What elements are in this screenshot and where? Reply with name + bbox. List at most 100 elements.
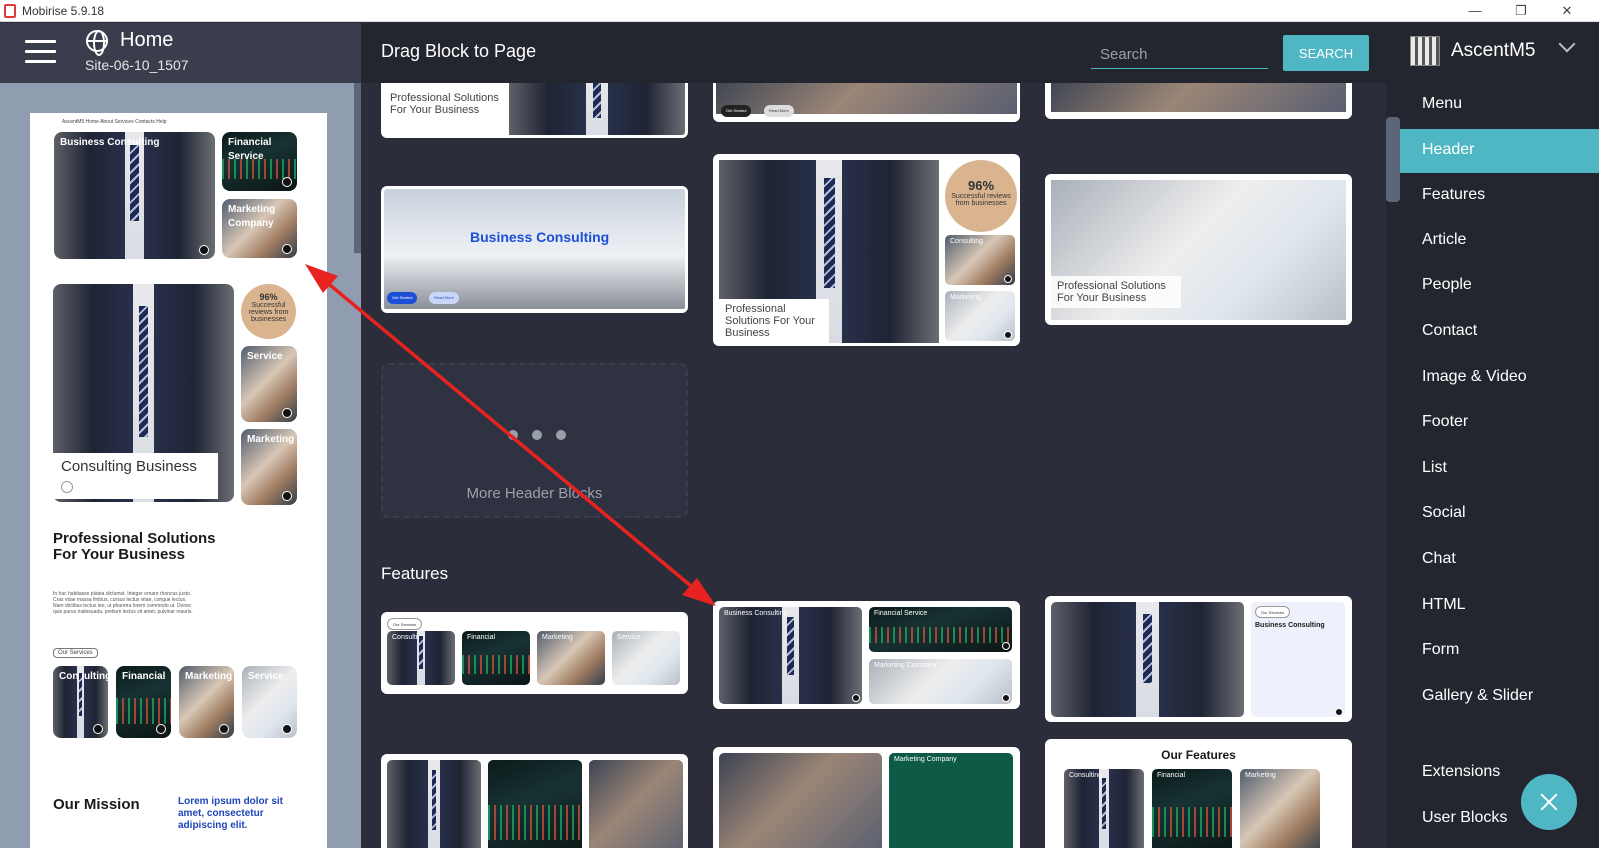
block-badge: 96% Successful reviews from businesses xyxy=(945,160,1017,232)
block-image xyxy=(719,753,882,848)
block-image: Consulting xyxy=(387,631,455,685)
block-text-panel: Marketing Company xyxy=(889,753,1013,848)
arrow-circle-icon xyxy=(1002,694,1010,702)
block-image: Consulting xyxy=(1064,769,1144,848)
arrow-circle-icon xyxy=(93,724,103,734)
preview-heading: Professional Solutions For Your Business xyxy=(53,530,216,563)
header-block-thumbnail[interactable] xyxy=(1045,83,1352,119)
page-title[interactable]: Home xyxy=(120,29,173,52)
badge-value: 96% xyxy=(967,178,995,193)
block-button: Get Started xyxy=(721,105,752,117)
block-caption: Business Consulting xyxy=(470,229,610,245)
preview-service-label: Consulting xyxy=(59,671,108,682)
features-block-thumbnail[interactable]: Business Consulting Financial Service Ma… xyxy=(713,601,1020,709)
minimize-icon[interactable]: — xyxy=(1452,0,1498,22)
block-image: Financial xyxy=(462,631,530,685)
category-html[interactable]: HTML xyxy=(1400,584,1599,628)
block-tag: Our Services xyxy=(1255,606,1291,618)
block-image xyxy=(1051,83,1346,112)
features-block-thumbnail[interactable] xyxy=(381,754,688,848)
close-window-icon[interactable]: ✕ xyxy=(1544,0,1590,22)
block-image: Consulting xyxy=(945,235,1015,285)
project-header[interactable]: AscentM5 xyxy=(1386,23,1599,83)
badge-value: 96% xyxy=(259,292,278,302)
features-section-title: Features xyxy=(381,564,449,583)
block-image xyxy=(387,760,481,848)
badge-text: Successful reviews from businesses xyxy=(951,193,1011,207)
block-image: Financial xyxy=(1152,769,1232,848)
block-image: Marketing xyxy=(537,631,605,685)
header-block-thumbnail[interactable]: Business Consulting Get Started Read Mor… xyxy=(381,186,688,313)
preview-card-text: Consulting Business xyxy=(61,458,197,475)
features-block-thumbnail[interactable]: Our Services Consulting Financial Market… xyxy=(381,612,688,694)
block-label: Marketing Company xyxy=(874,662,937,669)
category-menu[interactable]: Menu xyxy=(1400,83,1599,127)
category-scrollbar[interactable] xyxy=(1386,117,1400,202)
block-label: Marketing xyxy=(1245,772,1276,779)
features-block-thumbnail[interactable]: Marketing Company xyxy=(713,747,1020,848)
chevron-down-icon[interactable] xyxy=(1558,35,1576,53)
header-block-thumbnail[interactable]: Professional Solutions For Your Business xyxy=(1045,174,1352,325)
more-header-blocks-label: More Header Blocks xyxy=(466,485,603,502)
search-button[interactable]: SEARCH xyxy=(1283,35,1369,71)
category-gallery-slider[interactable]: Gallery & Slider xyxy=(1400,675,1599,719)
site-name: Site-06-10_1507 xyxy=(85,57,189,73)
block-image: Marketing xyxy=(945,291,1015,341)
block-caption: Professional Solutions For Your Business xyxy=(384,88,509,120)
preview-services-tag: Our Services xyxy=(53,648,98,658)
preview-tile-service: Service xyxy=(241,346,297,422)
hamburger-menu-icon[interactable] xyxy=(25,40,56,64)
features-block-thumbnail[interactable]: Our Features Consulting Financial Market… xyxy=(1045,739,1352,848)
header-block-thumbnail[interactable]: Professional Solutions For Your Business xyxy=(381,83,688,138)
page-preview[interactable]: AscentM5 Home About Services Contacts He… xyxy=(30,113,327,848)
preview-scrollbar[interactable] xyxy=(354,83,361,253)
preview-navbar: AscentM5 Home About Services Contacts He… xyxy=(62,119,167,125)
block-image xyxy=(384,189,685,309)
preview-tile-business-consulting: Business Consulting xyxy=(54,132,215,259)
block-label: Financial Service xyxy=(874,610,928,617)
globe-icon xyxy=(86,30,108,56)
project-avatar xyxy=(1410,36,1440,66)
category-header[interactable]: Header xyxy=(1400,129,1599,173)
block-label: Marketing xyxy=(542,634,573,641)
category-social[interactable]: Social xyxy=(1400,492,1599,536)
block-image: Service xyxy=(612,631,680,685)
arrow-circle-icon xyxy=(199,245,209,255)
preview-service-card: Service xyxy=(242,666,297,738)
info-circle-icon xyxy=(61,481,73,493)
block-image xyxy=(488,760,582,848)
block-label: Business Consulting xyxy=(1255,622,1325,629)
category-form[interactable]: Form xyxy=(1400,629,1599,673)
category-list[interactable]: List xyxy=(1400,447,1599,491)
category-people[interactable]: People xyxy=(1400,264,1599,308)
category-features[interactable]: Features xyxy=(1400,174,1599,218)
preview-service-label: Service xyxy=(248,671,284,682)
header-block-thumbnail[interactable]: Professional Solutions For Your Business… xyxy=(713,154,1020,346)
category-contact[interactable]: Contact xyxy=(1400,310,1599,354)
block-library: Professional Solutions For Your Business… xyxy=(361,83,1386,848)
restore-icon[interactable]: ❐ xyxy=(1498,0,1544,22)
category-chat[interactable]: Chat xyxy=(1400,538,1599,582)
category-image-video[interactable]: Image & Video xyxy=(1400,356,1599,400)
arrow-circle-icon xyxy=(282,408,292,418)
block-label: Consulting xyxy=(392,634,426,641)
close-panel-icon[interactable] xyxy=(1521,774,1577,830)
arrow-circle-icon xyxy=(1004,275,1012,283)
category-footer[interactable]: Footer xyxy=(1400,401,1599,445)
arrow-circle-icon xyxy=(1004,331,1012,339)
header-block-thumbnail[interactable]: Get Started Read More xyxy=(713,83,1020,122)
block-label: Marketing Company xyxy=(894,756,957,763)
more-header-blocks[interactable]: More Header Blocks xyxy=(381,363,688,518)
preview-service-card: Marketing xyxy=(179,666,234,738)
preview-tile-label: Financial Service xyxy=(228,137,272,162)
block-caption: Professional Solutions For Your Business xyxy=(719,299,829,343)
block-image xyxy=(1051,602,1244,717)
arrow-circle-icon xyxy=(852,694,860,702)
project-name: AscentM5 xyxy=(1451,40,1536,61)
more-dots-icon xyxy=(508,427,580,445)
category-article[interactable]: Article xyxy=(1400,219,1599,263)
block-label: Consulting xyxy=(950,238,984,245)
features-block-thumbnail[interactable]: Our Services Business Consulting xyxy=(1045,596,1352,722)
block-search-input[interactable] xyxy=(1091,40,1268,69)
arrow-circle-icon xyxy=(1335,708,1343,716)
